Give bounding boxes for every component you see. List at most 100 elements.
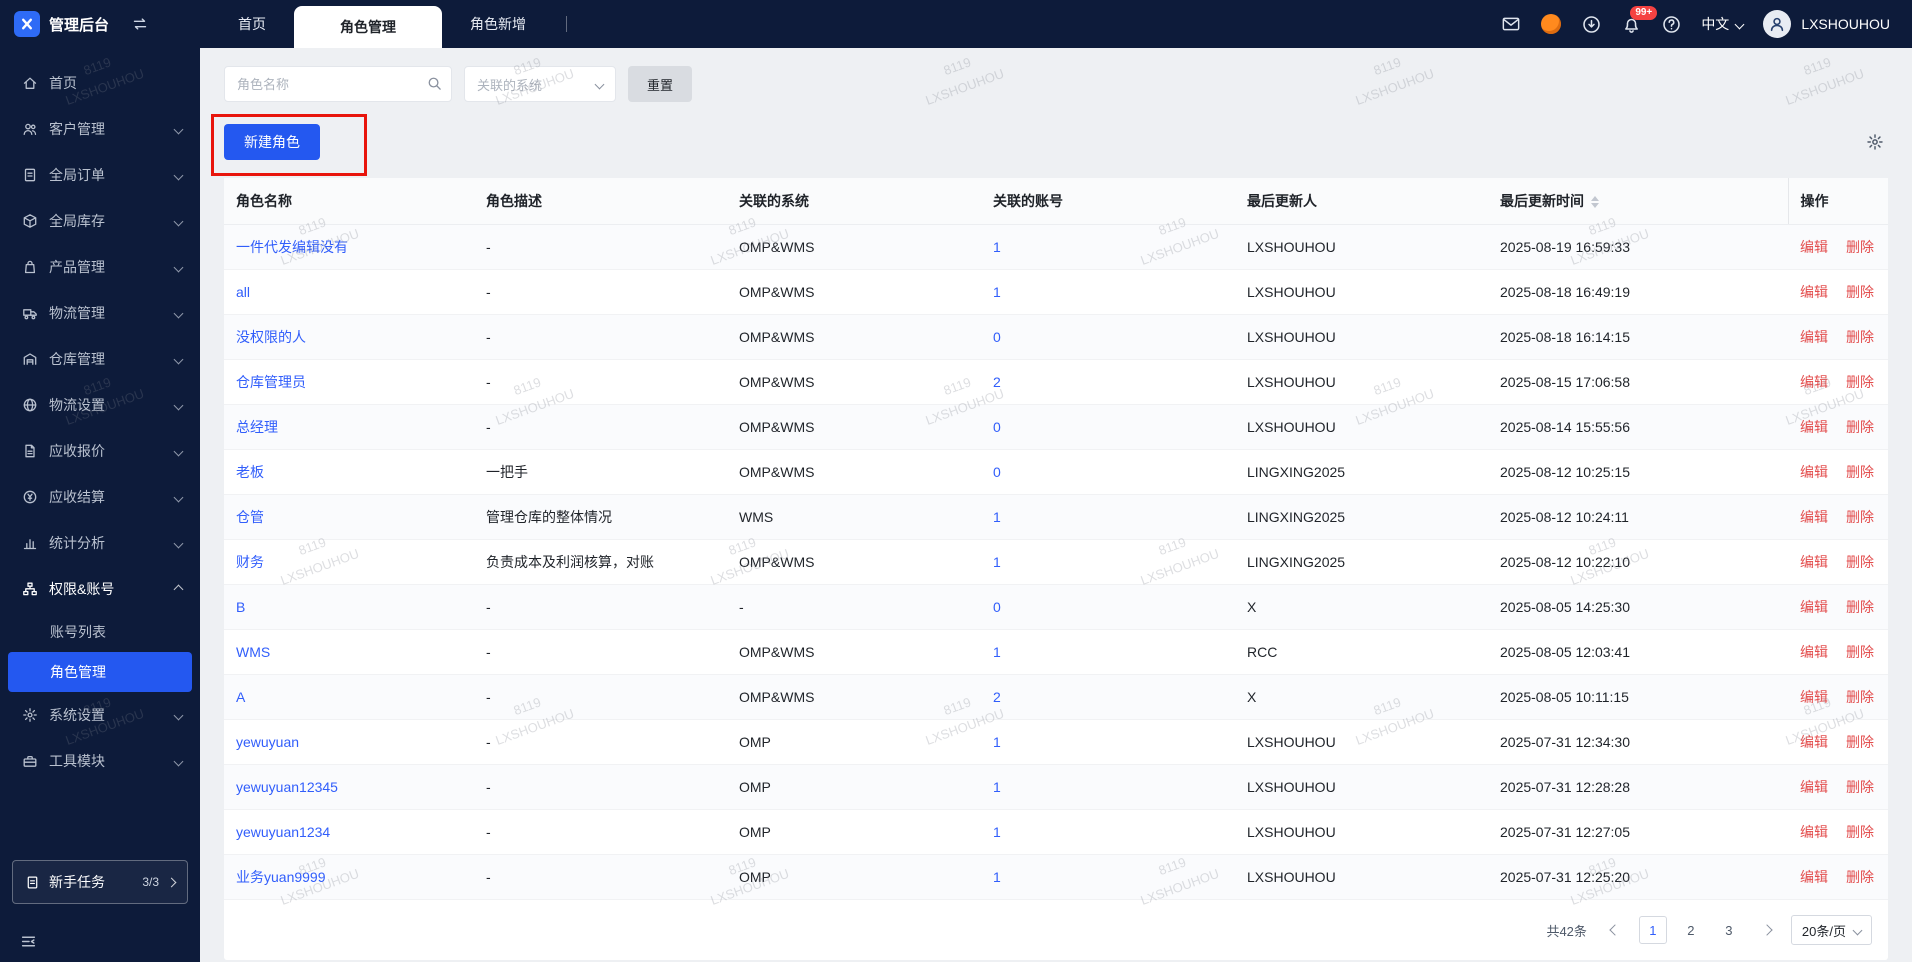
role-name-link[interactable]: WMS — [236, 644, 270, 660]
role-accounts-link[interactable]: 1 — [993, 644, 1001, 660]
sidebar-item-receivable-settlement[interactable]: 应收结算 — [0, 474, 200, 520]
delete-link[interactable]: 删除 — [1846, 779, 1874, 795]
sidebar-item-receivable-quote[interactable]: 应收报价 — [0, 428, 200, 474]
role-accounts-link[interactable]: 1 — [993, 509, 1001, 525]
edit-link[interactable]: 编辑 — [1800, 239, 1828, 255]
tab-role-management[interactable]: 角色管理 — [294, 6, 442, 48]
delete-link[interactable]: 删除 — [1846, 419, 1874, 435]
delete-link[interactable]: 删除 — [1846, 239, 1874, 255]
role-accounts-link[interactable]: 1 — [993, 824, 1001, 840]
switch-system-icon[interactable] — [132, 16, 148, 32]
role-name-link[interactable]: A — [236, 689, 245, 705]
sort-icons[interactable] — [1591, 196, 1599, 209]
delete-link[interactable]: 删除 — [1846, 374, 1874, 390]
role-accounts-link[interactable]: 0 — [993, 329, 1001, 345]
role-name-link[interactable]: 仓库管理员 — [236, 374, 306, 390]
edit-link[interactable]: 编辑 — [1800, 824, 1828, 840]
sidebar-item-global-orders[interactable]: 全局订单 — [0, 152, 200, 198]
username[interactable]: LXSHOUHOU — [1801, 16, 1890, 32]
edit-link[interactable]: 编辑 — [1800, 869, 1828, 885]
role-name-link[interactable]: 没权限的人 — [236, 329, 306, 345]
sidebar-item-global-inventory[interactable]: 全局库存 — [0, 198, 200, 244]
delete-link[interactable]: 删除 — [1846, 599, 1874, 615]
page-button-2[interactable]: 2 — [1677, 916, 1705, 944]
delete-link[interactable]: 删除 — [1846, 509, 1874, 525]
search-icon[interactable] — [427, 76, 442, 91]
role-name-link[interactable]: 总经理 — [236, 419, 278, 435]
role-name-link[interactable]: 业务yuan9999 — [236, 869, 326, 885]
page-button-3[interactable]: 3 — [1715, 916, 1743, 944]
edit-link[interactable]: 编辑 — [1800, 689, 1828, 705]
role-name-link[interactable]: 老板 — [236, 464, 264, 480]
role-accounts-link[interactable]: 2 — [993, 689, 1001, 705]
role-accounts-link[interactable]: 1 — [993, 869, 1001, 885]
sidebar-item-customer-management[interactable]: 客户管理 — [0, 106, 200, 152]
sidebar-item-permissions-accounts[interactable]: 权限&账号 — [0, 566, 200, 612]
prev-page-icon[interactable] — [1601, 916, 1629, 944]
help-icon[interactable] — [1661, 14, 1681, 34]
delete-link[interactable]: 删除 — [1846, 734, 1874, 750]
edit-link[interactable]: 编辑 — [1800, 464, 1828, 480]
column-header-updated-time[interactable]: 最后更新时间 — [1488, 178, 1788, 225]
delete-link[interactable]: 删除 — [1846, 329, 1874, 345]
language-selector[interactable]: 中文 — [1701, 14, 1745, 34]
sidebar-item-product-management[interactable]: 产品管理 — [0, 244, 200, 290]
edit-link[interactable]: 编辑 — [1800, 509, 1828, 525]
role-name-input[interactable] — [224, 66, 452, 102]
edit-link[interactable]: 编辑 — [1800, 644, 1828, 660]
role-name-link[interactable]: 财务 — [236, 554, 264, 570]
sidebar-item-system-settings[interactable]: 系统设置 — [0, 692, 200, 738]
delete-link[interactable]: 删除 — [1846, 824, 1874, 840]
app-logo-icon[interactable] — [14, 11, 40, 37]
role-name-link[interactable]: 仓管 — [236, 509, 264, 525]
role-name-link[interactable]: 一件代发编辑没有 — [236, 239, 348, 255]
edit-link[interactable]: 编辑 — [1800, 284, 1828, 300]
role-accounts-link[interactable]: 2 — [993, 374, 1001, 390]
beginner-task[interactable]: 新手任务 3/3 — [12, 860, 188, 904]
delete-link[interactable]: 删除 — [1846, 464, 1874, 480]
download-icon[interactable] — [1581, 14, 1601, 34]
edit-link[interactable]: 编辑 — [1800, 329, 1828, 345]
sidebar-item-statistics[interactable]: 统计分析 — [0, 520, 200, 566]
role-name-link[interactable]: yewuyuan1234 — [236, 824, 330, 840]
delete-link[interactable]: 删除 — [1846, 644, 1874, 660]
delete-link[interactable]: 删除 — [1846, 284, 1874, 300]
sidebar-item-home[interactable]: 首页 — [0, 60, 200, 106]
page-size-select[interactable]: 20条/页 — [1790, 915, 1872, 945]
reset-button[interactable]: 重置 — [628, 66, 693, 102]
role-name-link[interactable]: B — [236, 599, 245, 615]
tab-role-create[interactable]: 角色新增 — [442, 0, 554, 48]
page-button-1[interactable]: 1 — [1638, 916, 1667, 944]
edit-link[interactable]: 编辑 — [1800, 554, 1828, 570]
role-name-link[interactable]: yewuyuan — [236, 734, 299, 750]
mail-icon[interactable] — [1501, 14, 1521, 34]
edit-link[interactable]: 编辑 — [1800, 374, 1828, 390]
role-accounts-link[interactable]: 1 — [993, 284, 1001, 300]
column-settings-gear-icon[interactable] — [1866, 133, 1884, 151]
avatar[interactable] — [1763, 10, 1792, 38]
role-accounts-link[interactable]: 0 — [993, 419, 1001, 435]
role-accounts-link[interactable]: 1 — [993, 779, 1001, 795]
delete-link[interactable]: 删除 — [1846, 689, 1874, 705]
role-accounts-link[interactable]: 1 — [993, 239, 1001, 255]
role-name-link[interactable]: yewuyuan12345 — [236, 779, 338, 795]
sidebar-item-logistics-settings[interactable]: 物流设置 — [0, 382, 200, 428]
notification-bell-icon[interactable]: 99+ — [1621, 6, 1658, 34]
sidebar-item-role-management[interactable]: 角色管理 — [8, 652, 192, 692]
collapse-sidebar-icon[interactable] — [20, 933, 37, 950]
tab-home[interactable]: 首页 — [210, 0, 294, 48]
delete-link[interactable]: 删除 — [1846, 869, 1874, 885]
sidebar-item-tool-modules[interactable]: 工具模块 — [0, 738, 200, 784]
role-name-link[interactable]: all — [236, 284, 250, 300]
sidebar-item-logistics-management[interactable]: 物流管理 — [0, 290, 200, 336]
sidebar-item-account-list[interactable]: 账号列表 — [8, 612, 192, 652]
role-accounts-link[interactable]: 1 — [993, 734, 1001, 750]
edit-link[interactable]: 编辑 — [1800, 779, 1828, 795]
promo-icon[interactable] — [1541, 14, 1562, 34]
next-page-icon[interactable] — [1753, 916, 1781, 944]
edit-link[interactable]: 编辑 — [1800, 419, 1828, 435]
edit-link[interactable]: 编辑 — [1800, 599, 1828, 615]
delete-link[interactable]: 删除 — [1846, 554, 1874, 570]
sort-desc-icon[interactable] — [1591, 203, 1599, 209]
create-role-button[interactable]: 新建角色 — [224, 124, 320, 160]
